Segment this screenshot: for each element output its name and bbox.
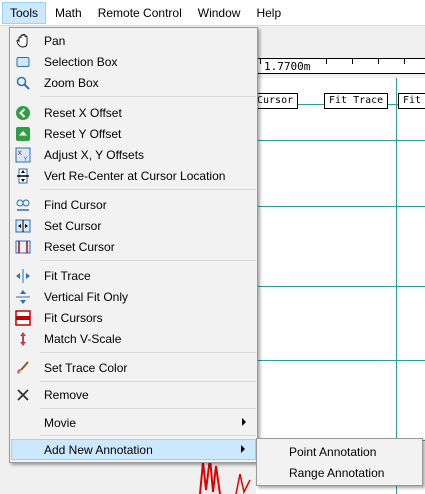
ruler-tick (404, 59, 405, 64)
menu-item-set-cursor[interactable]: Set Cursor (11, 215, 256, 236)
menu-item-label: Movie (44, 416, 77, 430)
menu-item-find-cursor[interactable]: Find Cursor (11, 194, 256, 215)
menu-separator (40, 96, 256, 97)
trace-svg (256, 78, 425, 494)
menu-window[interactable]: Window (191, 2, 248, 24)
xy-offset-icon: XY (15, 147, 31, 163)
menu-item-label: Zoom Box (44, 76, 99, 90)
menu-item-label: Add New Annotation (44, 443, 153, 457)
menu-separator (40, 352, 256, 353)
menu-item-label: Match V-Scale (44, 332, 122, 346)
menu-item-vert-recenter[interactable]: Vert Re-Center at Cursor Location (11, 165, 256, 186)
annotation-submenu: Point Annotation Range Annotation (256, 438, 423, 486)
green-up-arrow-icon (15, 126, 31, 142)
trace-line (235, 473, 251, 494)
menu-math[interactable]: Math (48, 2, 89, 24)
find-cursor-icon (15, 197, 31, 213)
x-icon (15, 387, 31, 403)
submenu-item-range-annotation[interactable]: Range Annotation (258, 462, 421, 483)
ruler-label: 1.7700m (264, 60, 311, 73)
menu-item-remove[interactable]: Remove (11, 384, 256, 405)
fit-trace-button[interactable]: Fit Trace (324, 93, 389, 109)
ruler-tick (326, 59, 327, 64)
menu-item-label: Vert Re-Center at Cursor Location (44, 169, 226, 183)
reset-cursor-icon (15, 239, 31, 255)
submenu-arrow-icon (242, 418, 246, 426)
trace-line (199, 457, 221, 494)
menu-item-label: Vertical Fit Only (44, 290, 129, 304)
tools-menu: Pan Selection Box Zoom Box Reset X Offse… (9, 27, 258, 463)
menu-item-selection-box[interactable]: Selection Box (11, 51, 256, 72)
menu-item-pan[interactable]: Pan (11, 30, 256, 51)
menu-item-label: Pan (44, 34, 66, 48)
paint-brush-icon (15, 360, 31, 376)
menu-item-label: Remove (44, 388, 89, 402)
menu-item-label: Set Trace Color (44, 361, 128, 375)
green-left-arrow-icon (15, 105, 31, 121)
menu-item-label: Selection Box (44, 55, 118, 69)
menu-item-label: Reset Y Offset (44, 127, 122, 141)
magnifier-icon (15, 75, 31, 91)
menu-item-movie[interactable]: Movie (11, 412, 256, 433)
menu-bar: Tools Math Remote Control Window Help (0, 0, 425, 26)
menu-item-label: Reset X Offset (44, 106, 122, 120)
menu-separator (40, 260, 256, 261)
menu-item-reset-x-offset[interactable]: Reset X Offset (11, 102, 256, 123)
menu-item-label: Set Cursor (44, 219, 102, 233)
menu-tools[interactable]: Tools (2, 1, 47, 24)
submenu-item-label: Range Annotation (289, 466, 385, 480)
ruler-tick (352, 59, 353, 64)
menu-item-set-trace-color[interactable]: Set Trace Color (11, 357, 256, 378)
menu-item-add-new-annotation[interactable]: Add New Annotation (11, 439, 256, 460)
menu-help[interactable]: Help (249, 2, 288, 24)
time-ruler: 1.7700m (256, 58, 425, 74)
set-cursor-icon (15, 218, 31, 234)
svg-text:Y: Y (23, 155, 28, 163)
menu-item-label: Reset Cursor (44, 240, 115, 254)
submenu-item-label: Point Annotation (289, 445, 377, 459)
menu-separator (40, 435, 256, 436)
ruler-tick (378, 59, 379, 64)
menu-separator (40, 189, 256, 190)
menu-item-label: Fit Cursors (44, 311, 103, 325)
svg-text:X: X (18, 149, 23, 157)
menu-item-vertical-fit-only[interactable]: Vertical Fit Only (11, 286, 256, 307)
plot-area[interactable] (256, 78, 425, 494)
menu-item-adjust-xy-offsets[interactable]: XY Adjust X, Y Offsets (11, 144, 256, 165)
submenu-item-point-annotation[interactable]: Point Annotation (258, 441, 421, 462)
menu-item-reset-y-offset[interactable]: Reset Y Offset (11, 123, 256, 144)
menu-item-fit-cursors[interactable]: Fit Cursors (11, 307, 256, 328)
plot-button-row: Cursor Fit Trace Fit (252, 93, 425, 111)
selection-box-icon (15, 54, 31, 70)
menu-item-fit-trace[interactable]: Fit Trace (11, 265, 256, 286)
hand-icon (15, 33, 31, 49)
fit-button[interactable]: Fit (398, 93, 425, 109)
submenu-arrow-icon (241, 445, 245, 453)
menu-item-label: Fit Trace (44, 269, 91, 283)
ruler-tick (260, 59, 261, 64)
menu-item-label: Adjust X, Y Offsets (44, 148, 145, 162)
vertical-recenter-icon (15, 168, 31, 184)
menu-remote-control[interactable]: Remote Control (91, 2, 189, 24)
menu-item-label: Find Cursor (44, 198, 107, 212)
menu-item-zoom-box[interactable]: Zoom Box (11, 72, 256, 93)
fit-cursors-icon (15, 310, 31, 326)
menu-separator (40, 381, 256, 382)
vertical-fit-icon (15, 289, 31, 305)
match-vscale-icon (15, 331, 31, 347)
menu-item-reset-cursor[interactable]: Reset Cursor (11, 236, 256, 257)
fit-trace-icon (15, 268, 31, 284)
menu-separator (40, 408, 256, 409)
menu-item-match-v-scale[interactable]: Match V-Scale (11, 328, 256, 349)
cursor-button[interactable]: Cursor (252, 93, 299, 109)
